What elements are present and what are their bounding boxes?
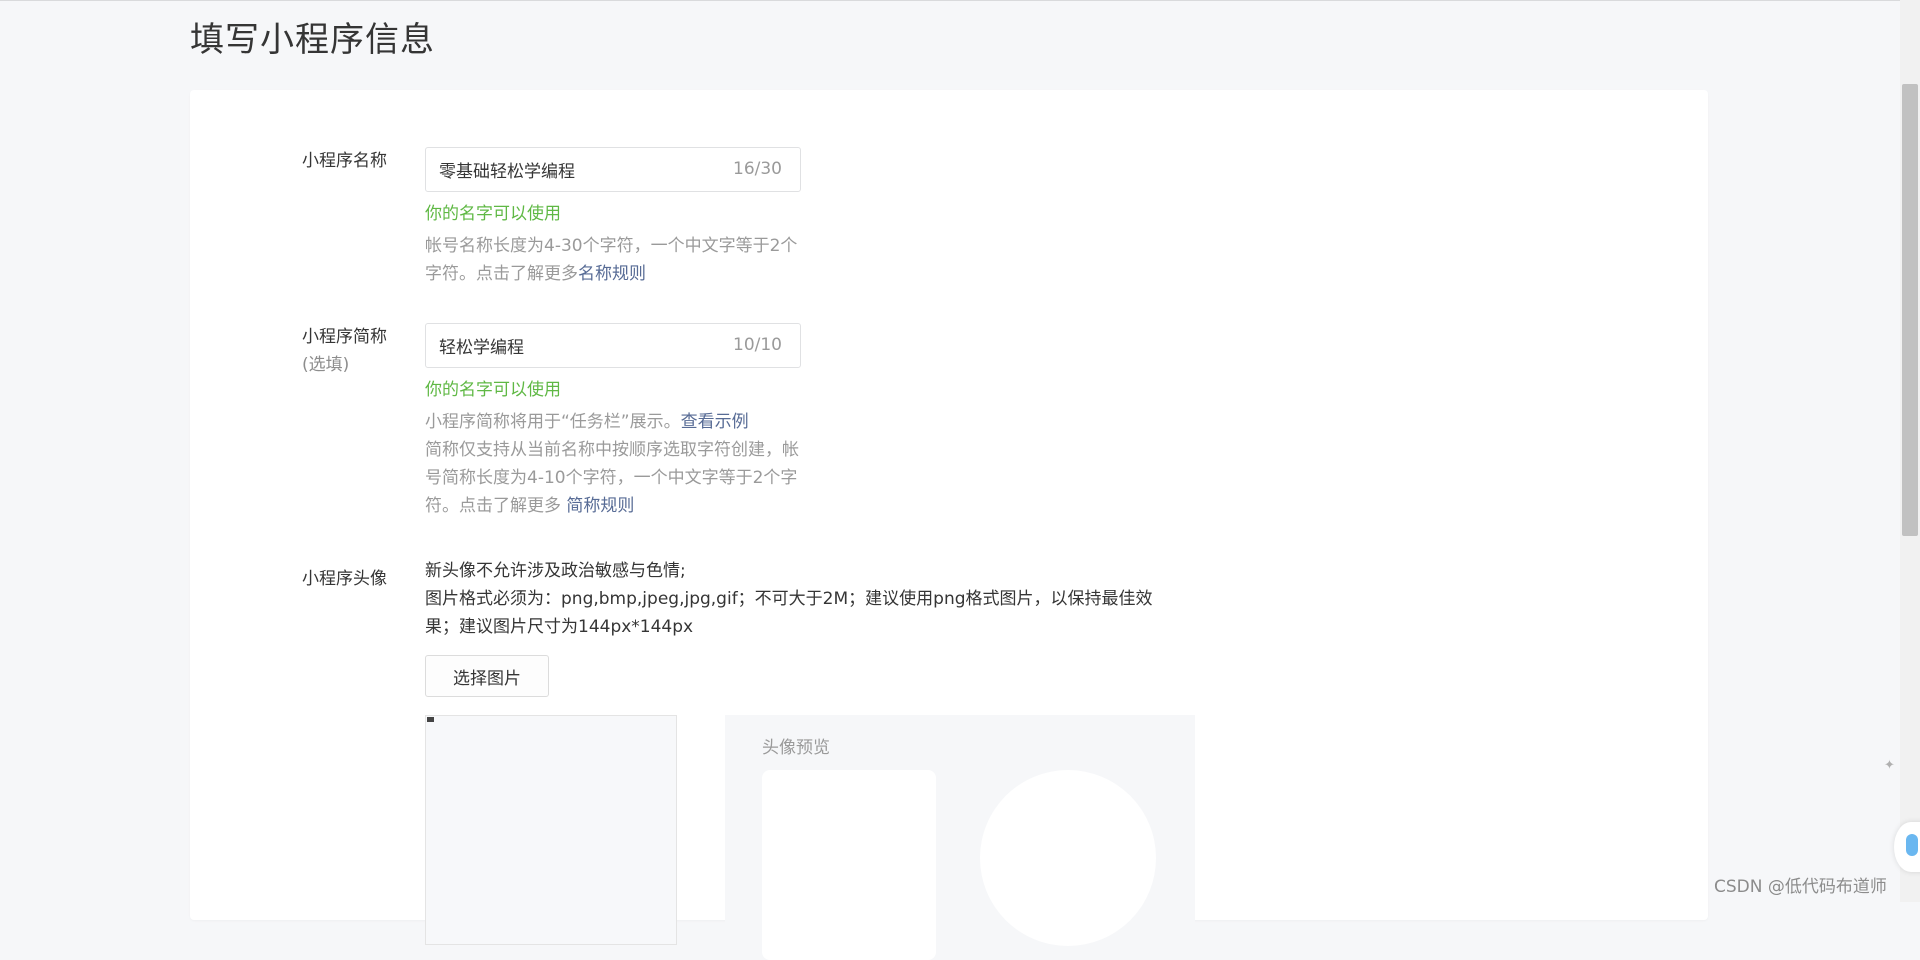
avatar-preview-title: 头像预览 xyxy=(762,738,830,758)
short-name-input-box[interactable]: 10/10 xyxy=(425,323,801,368)
name-ok-tip: 你的名字可以使用 xyxy=(425,204,561,224)
short-name-help-line1: 小程序简称将用于“任务栏”展示。 xyxy=(425,412,681,432)
choose-image-button[interactable]: 选择图片 xyxy=(425,655,549,697)
avatar-label: 小程序头像 xyxy=(302,569,387,589)
name-field-column: 16/30 你的名字可以使用 帐号名称长度为4-30个字符，一个中文字等于2个字… xyxy=(425,147,805,288)
short-name-input[interactable] xyxy=(439,324,709,367)
view-example-link[interactable]: 查看示例 xyxy=(681,412,749,432)
crop-handle[interactable] xyxy=(427,717,434,722)
page-title: 填写小程序信息 xyxy=(190,20,435,60)
name-input[interactable] xyxy=(439,148,709,191)
avatar-field-column: 新头像不允许涉及政治敏感与色情; 图片格式必须为：png,bmp,jpeg,jp… xyxy=(425,557,1185,697)
name-rules-link[interactable]: 名称规则 xyxy=(578,264,646,284)
short-name-char-counter: 10/10 xyxy=(733,335,782,355)
short-name-optional-tag: (选填) xyxy=(302,355,350,375)
short-name-ok-tip: 你的名字可以使用 xyxy=(425,380,561,400)
top-divider xyxy=(0,0,1900,1)
avatar-desc-line1: 新头像不允许涉及政治敏感与色情; xyxy=(425,561,686,581)
form-card: 小程序名称 16/30 你的名字可以使用 帐号名称长度为4-30个字符，一个中文… xyxy=(190,90,1708,960)
name-char-counter: 16/30 xyxy=(733,159,782,179)
scrollbar-thumb[interactable] xyxy=(1902,84,1918,536)
watermark-text: CSDN @低代码布道师 xyxy=(1714,877,1887,897)
avatar-preview-circle xyxy=(980,770,1156,946)
short-name-help-text: 小程序简称将用于“任务栏”展示。查看示例 简称仅支持从当前名称中按顺序选取字符创… xyxy=(425,408,805,520)
assistant-float-icon[interactable] xyxy=(1894,822,1920,872)
name-label: 小程序名称 xyxy=(302,151,387,171)
avatar-preview-panel: 头像预览 xyxy=(725,715,1195,960)
short-name-label: 小程序简称 (选填) xyxy=(302,323,387,379)
avatar-crop-area[interactable] xyxy=(425,715,677,945)
short-name-label-text: 小程序简称 xyxy=(302,327,387,347)
assistant-icon-shape xyxy=(1906,834,1918,856)
avatar-desc-line2: 图片格式必须为：png,bmp,jpeg,jpg,gif；不可大于2M；建议使用… xyxy=(425,589,1153,637)
pin-icon[interactable]: ✦ xyxy=(1884,758,1898,773)
name-help-text: 帐号名称长度为4-30个字符，一个中文字等于2个字符。点击了解更多名称规则 xyxy=(425,232,805,288)
short-name-field-column: 10/10 你的名字可以使用 小程序简称将用于“任务栏”展示。查看示例 简称仅支… xyxy=(425,323,805,520)
avatar-preview-square xyxy=(762,770,936,960)
name-input-box[interactable]: 16/30 xyxy=(425,147,801,192)
short-name-rules-link[interactable]: 简称规则 xyxy=(566,496,634,516)
